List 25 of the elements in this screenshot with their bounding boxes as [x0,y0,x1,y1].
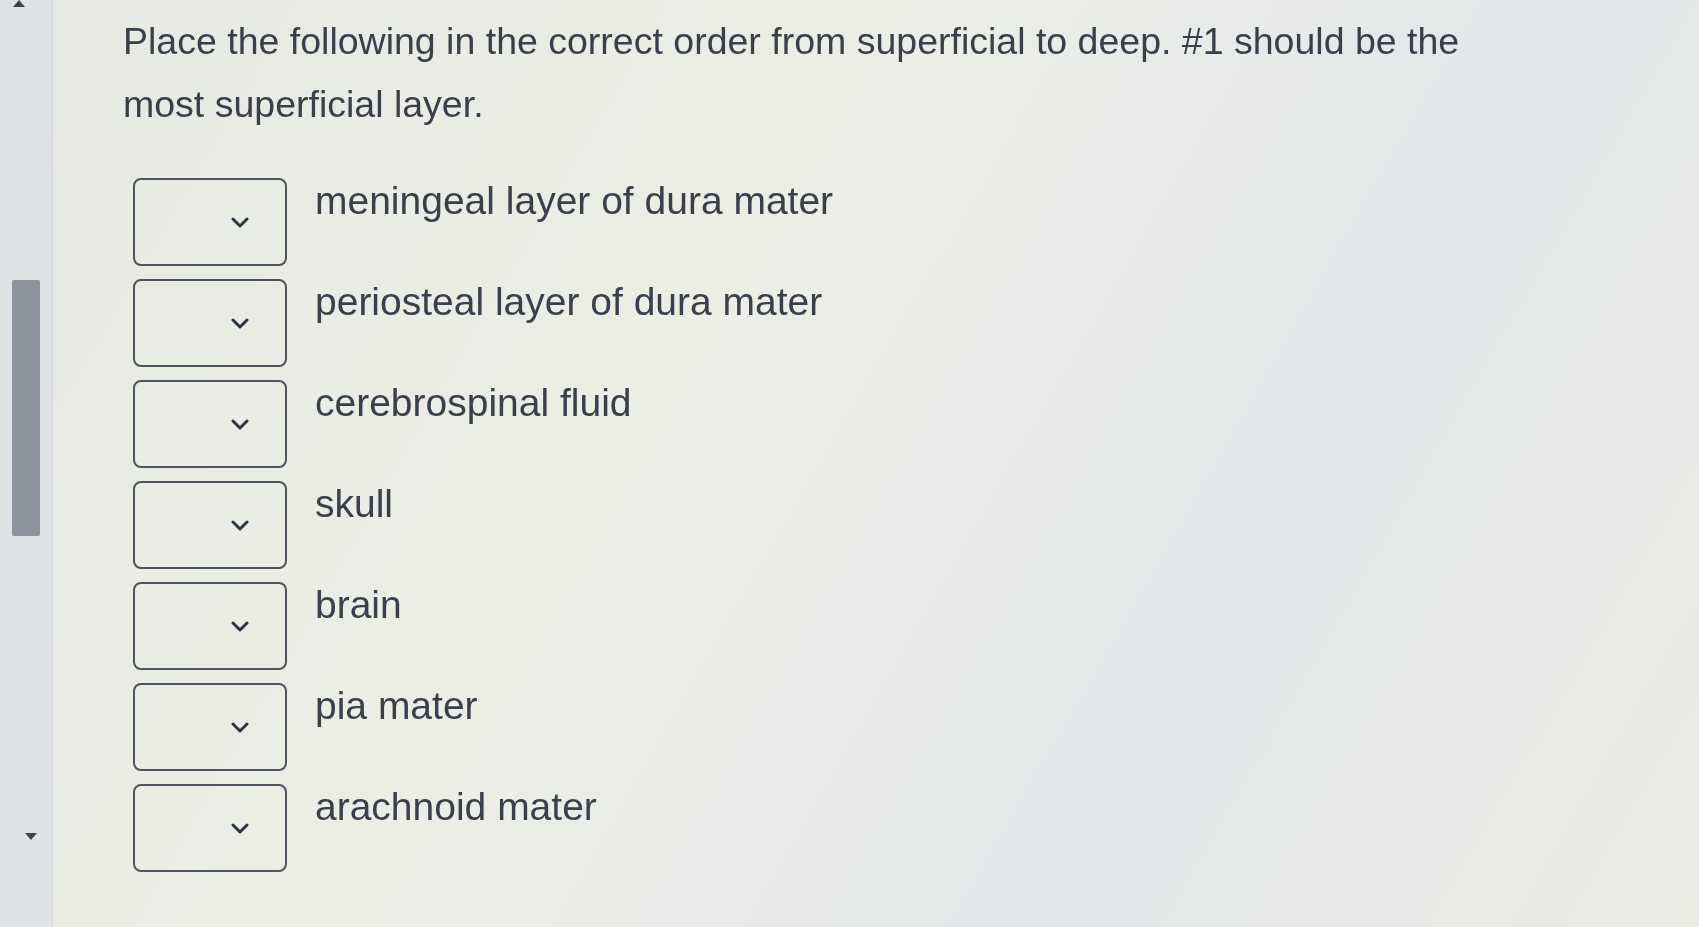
question-text: Place the following in the correct order from superficial to deep. #1 should be the most superficial layer. [123,19,1461,127]
layer-label: meningeal layer of dura mater [315,178,834,224]
chevron-down-icon [231,721,249,733]
chevron-down-icon [231,822,249,834]
chevron-down-icon [231,317,249,329]
scroll-up-arrow-icon[interactable] [13,0,25,7]
chevron-down-icon [231,216,249,228]
chevron-down-icon [231,418,249,430]
layer-label: skull [315,481,394,527]
layer-label: periosteal layer of dura mater [315,279,823,325]
layer-label: brain [315,582,402,628]
layer-label: arachnoid mater [315,784,597,830]
order-dropdown[interactable] [133,481,287,569]
scroll-down-arrow-icon[interactable] [25,833,37,840]
order-dropdown[interactable] [133,279,287,367]
chevron-down-icon [231,519,249,531]
order-dropdown[interactable] [133,178,287,266]
order-dropdown[interactable] [133,380,287,468]
order-dropdown[interactable] [133,784,287,872]
layer-label: pia mater [315,683,478,729]
chevron-down-icon [231,620,249,632]
scrollbar-thumb[interactable] [12,280,40,536]
order-dropdown[interactable] [133,582,287,670]
layer-label: cerebrospinal fluid [315,380,632,426]
order-dropdown[interactable] [133,683,287,771]
